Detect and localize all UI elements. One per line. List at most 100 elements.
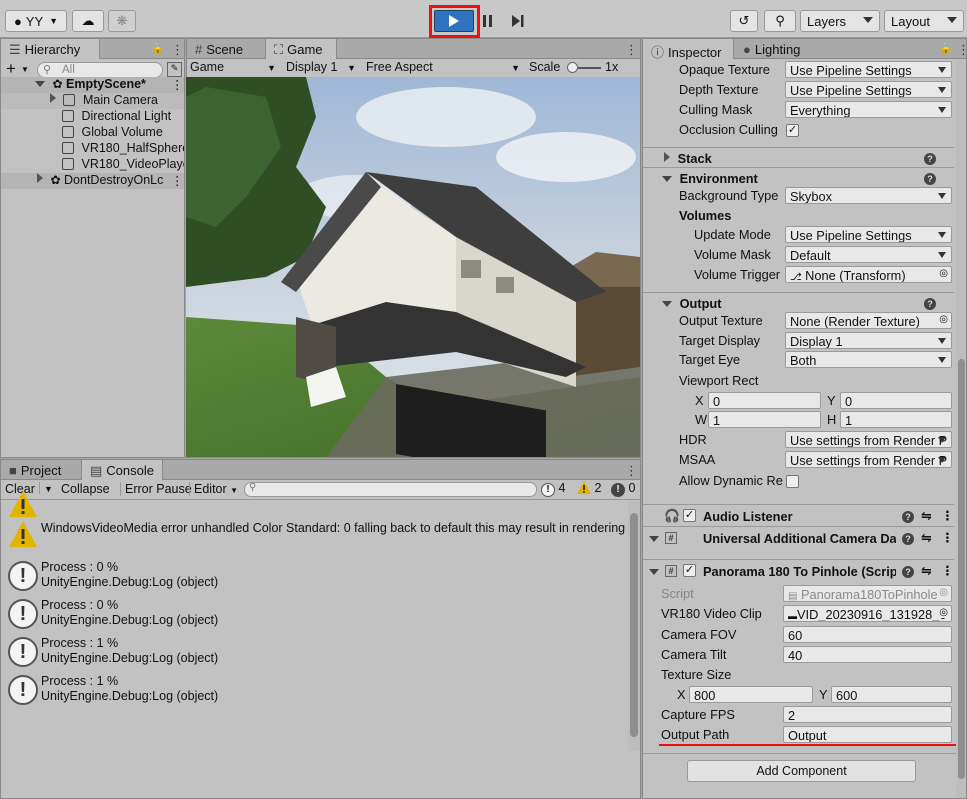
collab-button[interactable]: ❋ [108,10,136,32]
console-entry-log[interactable]: ! Process : 1 % UnityEngine.Debug:Log (o… [1,672,628,710]
layers-dropdown[interactable]: Layers [800,10,880,32]
presets-icon[interactable]: ⇋ [921,508,932,524]
console-entry-log[interactable]: ! Process : 0 % UnityEngine.Debug:Log (o… [1,558,628,596]
tab-project[interactable]: ■ Project [1,460,81,480]
hierarchy-dontdestroy-row[interactable]: ✿ DontDestroyOnLc ⋮ [1,173,184,189]
lock-icon[interactable]: 🔒 [939,42,953,55]
panorama-script-enabled-checkbox[interactable]: ✓ [683,564,696,577]
capture-fps-field[interactable]: 2 [783,706,952,723]
expand-icon[interactable] [664,152,670,162]
error-count-toggle[interactable]: ! 0 [611,481,640,498]
help-icon[interactable]: ? [902,566,914,578]
display-dropdown[interactable]: Display 1 ▼ [286,60,356,74]
game-mode-dropdown[interactable]: Game ▼ [190,60,276,74]
hierarchy-scene-row[interactable]: ✿ EmptyScene* ⋮ [1,77,184,93]
console-scrollbar[interactable] [628,501,640,751]
more-menu-icon[interactable]: ⋮ [941,563,954,579]
audio-listener-enabled-checkbox[interactable]: ✓ [683,509,696,522]
target-eye-dropdown[interactable]: Both [785,351,952,368]
expand-icon[interactable] [37,173,43,183]
more-menu-icon[interactable]: ⋮ [171,42,184,58]
console-scrollbar-thumb[interactable] [630,513,638,737]
collapse-button[interactable]: Collapse [61,482,110,496]
hdr-dropdown[interactable]: Use settings from Render P [785,431,952,448]
volume-trigger-field[interactable]: ⎇ None (Transform) ◎ [785,266,952,283]
object-picker-icon[interactable]: ◎ [939,268,948,279]
background-type-dropdown[interactable]: Skybox [785,187,952,204]
output-section-header[interactable]: Output ? [643,292,954,312]
scene-view-toggle-icon[interactable]: ✎ [167,62,182,77]
audio-listener-header[interactable]: 🎧 ✓ Audio Listener ? ⇋ ⋮ [643,504,954,527]
help-icon[interactable]: ? [924,298,936,310]
console-entry-log[interactable]: ! Process : 0 % UnityEngine.Debug:Log (o… [1,596,628,634]
culling-mask-dropdown[interactable]: Everything [785,101,952,118]
volume-mask-dropdown[interactable]: Default [785,246,952,263]
allow-dynamic-checkbox[interactable] [786,475,799,488]
hierarchy-item-vr180-halfsphere[interactable]: VR180_HalfSphere [1,141,184,157]
uacd-header[interactable]: # Universal Additional Camera Data ? ⇋ ⋮ [643,526,954,549]
output-path-field[interactable]: Output [783,726,952,743]
tab-console[interactable]: ▤ Console [81,460,163,480]
tab-hierarchy[interactable]: ☰ Hierarchy [1,39,100,59]
help-icon[interactable]: ? [924,153,936,165]
tab-lighting[interactable]: ● Lighting [735,39,815,59]
vr180-clip-field[interactable]: ▬VID_20230916_131928_0 ◎ [783,605,952,622]
play-button[interactable] [434,10,474,32]
account-dropdown[interactable]: ● YY ▼ [5,10,67,32]
depth-texture-dropdown[interactable]: Use Pipeline Settings [785,81,952,98]
output-texture-field[interactable]: None (Render Texture) ◎ [785,312,952,329]
hierarchy-item-vr180-videoplayer[interactable]: VR180_VideoPlaye [1,157,184,173]
presets-icon[interactable]: ⇋ [921,563,932,579]
more-menu-icon[interactable]: ⋮ [625,463,638,479]
viewport-w-field[interactable]: 1 [708,411,821,428]
more-menu-icon[interactable]: ⋮ [625,42,638,58]
stack-section-header[interactable]: Stack ? [643,147,954,167]
collapse-icon[interactable] [662,301,672,307]
more-menu-icon[interactable]: ⋮ [171,173,184,188]
target-display-dropdown[interactable]: Display 1 [785,332,952,349]
environment-section-header[interactable]: Environment ? [643,167,954,187]
inspector-scrollbar[interactable] [956,59,966,798]
texture-x-field[interactable]: 800 [689,686,813,703]
hierarchy-item-global-volume[interactable]: Global Volume [1,125,184,141]
game-viewport[interactable] [186,77,640,457]
camera-fov-field[interactable]: 60 [783,626,952,643]
scale-slider-thumb[interactable] [567,62,578,73]
object-picker-icon[interactable]: ◎ [939,607,948,618]
search-button[interactable]: ⚲ [764,10,796,32]
collapse-icon[interactable] [649,569,659,575]
help-icon[interactable]: ? [902,533,914,545]
viewport-x-field[interactable]: 0 [708,392,821,409]
warning-count-toggle[interactable]: 2 [577,481,607,498]
more-menu-icon[interactable]: ⋮ [171,77,184,92]
tab-scene[interactable]: # Scene [187,39,259,59]
scale-slider[interactable]: Scale 1x [529,60,639,74]
step-button[interactable] [505,10,531,32]
occlusion-culling-checkbox[interactable]: ✓ [786,124,799,137]
expand-icon[interactable] [35,81,45,87]
help-icon[interactable]: ? [902,511,914,523]
cloud-button[interactable]: ☁ [72,10,104,32]
more-menu-icon[interactable]: ⋮ [941,530,954,546]
add-component-button[interactable]: Add Component [687,760,916,782]
presets-icon[interactable]: ⇋ [921,530,932,546]
camera-tilt-field[interactable]: 40 [783,646,952,663]
console-entry-log[interactable]: ! Process : 1 % UnityEngine.Debug:Log (o… [1,634,628,672]
info-count-toggle[interactable]: ! 4 [541,481,571,498]
console-search-input[interactable]: ⚲ [244,482,537,497]
add-icon[interactable]: + [6,59,16,79]
panorama-script-header[interactable]: # ✓ Panorama 180 To Pinhole (Script) ? ⇋… [643,559,954,582]
more-menu-icon[interactable]: ⋮ [957,42,966,58]
opaque-texture-dropdown[interactable]: Use Pipeline Settings [785,61,952,78]
object-picker-icon[interactable]: ◎ [939,314,948,325]
aspect-dropdown[interactable]: Free Aspect ▼ [366,60,520,74]
collapse-icon[interactable] [649,536,659,542]
lock-icon[interactable]: 🔒 [151,42,165,55]
editor-dropdown[interactable]: Editor ▼ [189,482,238,496]
msaa-dropdown[interactable]: Use settings from Render P [785,451,952,468]
pause-button[interactable] [475,10,501,32]
update-mode-dropdown[interactable]: Use Pipeline Settings [785,226,952,243]
clear-options-icon[interactable]: ▼ [39,482,57,494]
help-icon[interactable]: ? [924,173,936,185]
hierarchy-item-main-camera[interactable]: Main Camera [1,93,184,109]
